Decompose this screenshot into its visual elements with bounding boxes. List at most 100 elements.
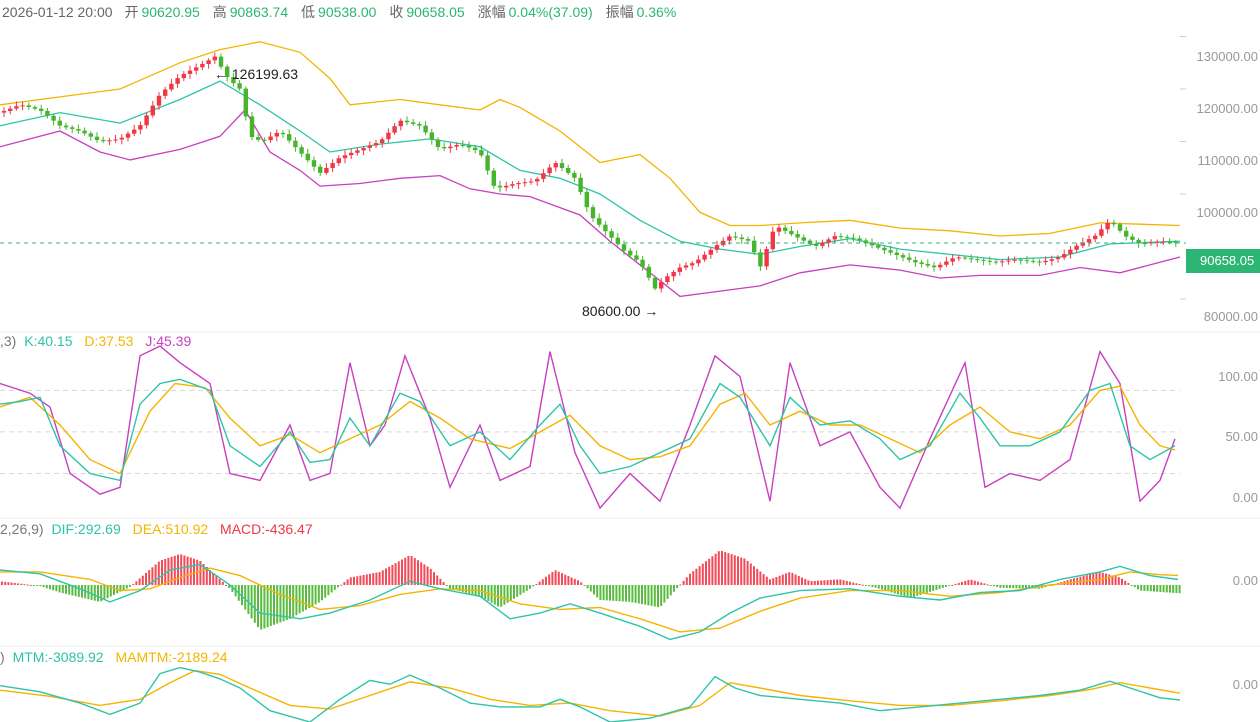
candle-body [559,163,565,168]
kdj-ytick: 0.00 [1232,490,1258,505]
macd-histogram-bar [289,585,291,619]
macd-histogram-bar [689,573,691,585]
candle-body [962,257,968,259]
macd-histogram-bar [634,585,637,603]
macd-histogram-bar [801,577,803,585]
macd-histogram-bar [692,571,695,585]
candle-body [1117,224,1123,231]
kdj-k-value: K:40.15 [24,333,73,349]
macd-histogram-bar [77,585,80,597]
macd-histogram-bar [1140,585,1143,591]
candle-body [578,177,583,192]
macd-histogram-bar [145,572,147,585]
candle-body [572,172,577,178]
chart-canvas [0,36,1260,722]
macd-histogram-bar [1178,585,1181,594]
macd-histogram-bar [257,585,259,628]
candle-body [206,60,211,64]
macd-histogram-bar [749,563,752,585]
low-value: 90538.00 [318,4,377,20]
candle-body [163,89,168,96]
header-datetime: 2026-01-12 20:00 [2,4,113,20]
macd-histogram-bar [673,585,675,592]
candle-body [256,137,261,140]
candle-body [820,242,825,246]
kdj-ytick: 100.00 [1218,369,1258,384]
candle-body [398,120,403,127]
macd-histogram-bar [833,579,835,585]
macd-histogram-bar [509,585,512,601]
macd-histogram-bar [788,572,791,585]
open-value: 90620.95 [141,4,200,20]
kdj-j-value: J:45.39 [145,333,192,349]
macd-histogram-bar [61,585,64,594]
macd-histogram-bar [215,576,218,585]
macd-histogram-bar [964,580,967,585]
macd-histogram-bar [602,585,605,601]
macd-histogram-bar [698,566,701,585]
macd-histogram-bar [913,585,915,597]
macd-histogram-bar [17,583,19,585]
macd-histogram-bar [426,566,429,585]
macd-histogram-bar [253,585,256,623]
candle-body [411,122,416,124]
price-ytick: 120000.00 [1196,101,1258,116]
macd-histogram-bar [685,577,688,585]
macd-histogram-bar [173,555,176,585]
macd-histogram-bar [129,585,131,587]
macd-histogram-bar [1146,585,1149,592]
macd-histogram-bar [986,584,989,586]
macd-histogram-bar [298,585,301,614]
macd-histogram-bar [637,585,640,604]
macd-histogram-bar [954,583,957,585]
macd-histogram-bar [631,585,634,603]
candle-body [150,105,155,116]
macd-histogram-bar [877,585,880,589]
macd-histogram-bar [618,585,621,602]
macd-histogram-bar [554,570,557,585]
candle-body [888,250,893,253]
candle-body [801,237,806,241]
candle-body [485,155,490,171]
macd-histogram-bar [621,585,624,602]
candle-body [237,83,242,89]
candle-body [1037,261,1042,263]
macd-histogram-bar [676,585,679,589]
boll-lower-line [0,108,1181,298]
ohlc-header: 2026-01-12 20:00 开 90620.95 高 90863.74 低 90… [2,2,685,22]
macd-histogram-bar [705,561,707,585]
macd-histogram-bar [68,585,71,595]
kdj-k-line [0,378,1176,482]
macd-histogram-bar [701,563,704,585]
macd-histogram-bar [874,585,877,588]
macd-histogram-bar [1092,573,1095,585]
candle-body [88,133,93,137]
candle-body [510,184,515,186]
macd-histogram-bar [420,562,423,585]
macd-histogram-bar [55,585,58,592]
macd-histogram-bar [647,585,650,606]
macd-histogram-bar [247,585,250,614]
macd-histogram-bar [516,585,519,597]
macd-histogram-bar [717,551,720,585]
macd-histogram-bar [266,585,269,628]
macd-histogram-bar [663,585,666,603]
candle-body [429,132,434,140]
kdj-params: ,3) [0,333,17,349]
macd-dea-value: DEA:510.92 [132,521,209,537]
macd-histogram-bar [548,574,551,585]
macd-histogram-bar [417,560,419,585]
high-annotation: ← 126199.63 [214,66,299,82]
candle-body [764,249,769,267]
macd-histogram-bar [407,555,410,585]
macd-histogram-bar [324,585,327,598]
candle-body [94,136,100,140]
macd-histogram-bar [849,581,851,585]
macd-histogram-bar [311,585,314,607]
macd-histogram-bar [276,585,279,624]
candle-body [708,249,713,255]
candle-body [1111,222,1116,225]
macd-histogram-bar [1149,585,1152,592]
candle-body [113,139,118,141]
macd-histogram-bar [1114,576,1117,585]
